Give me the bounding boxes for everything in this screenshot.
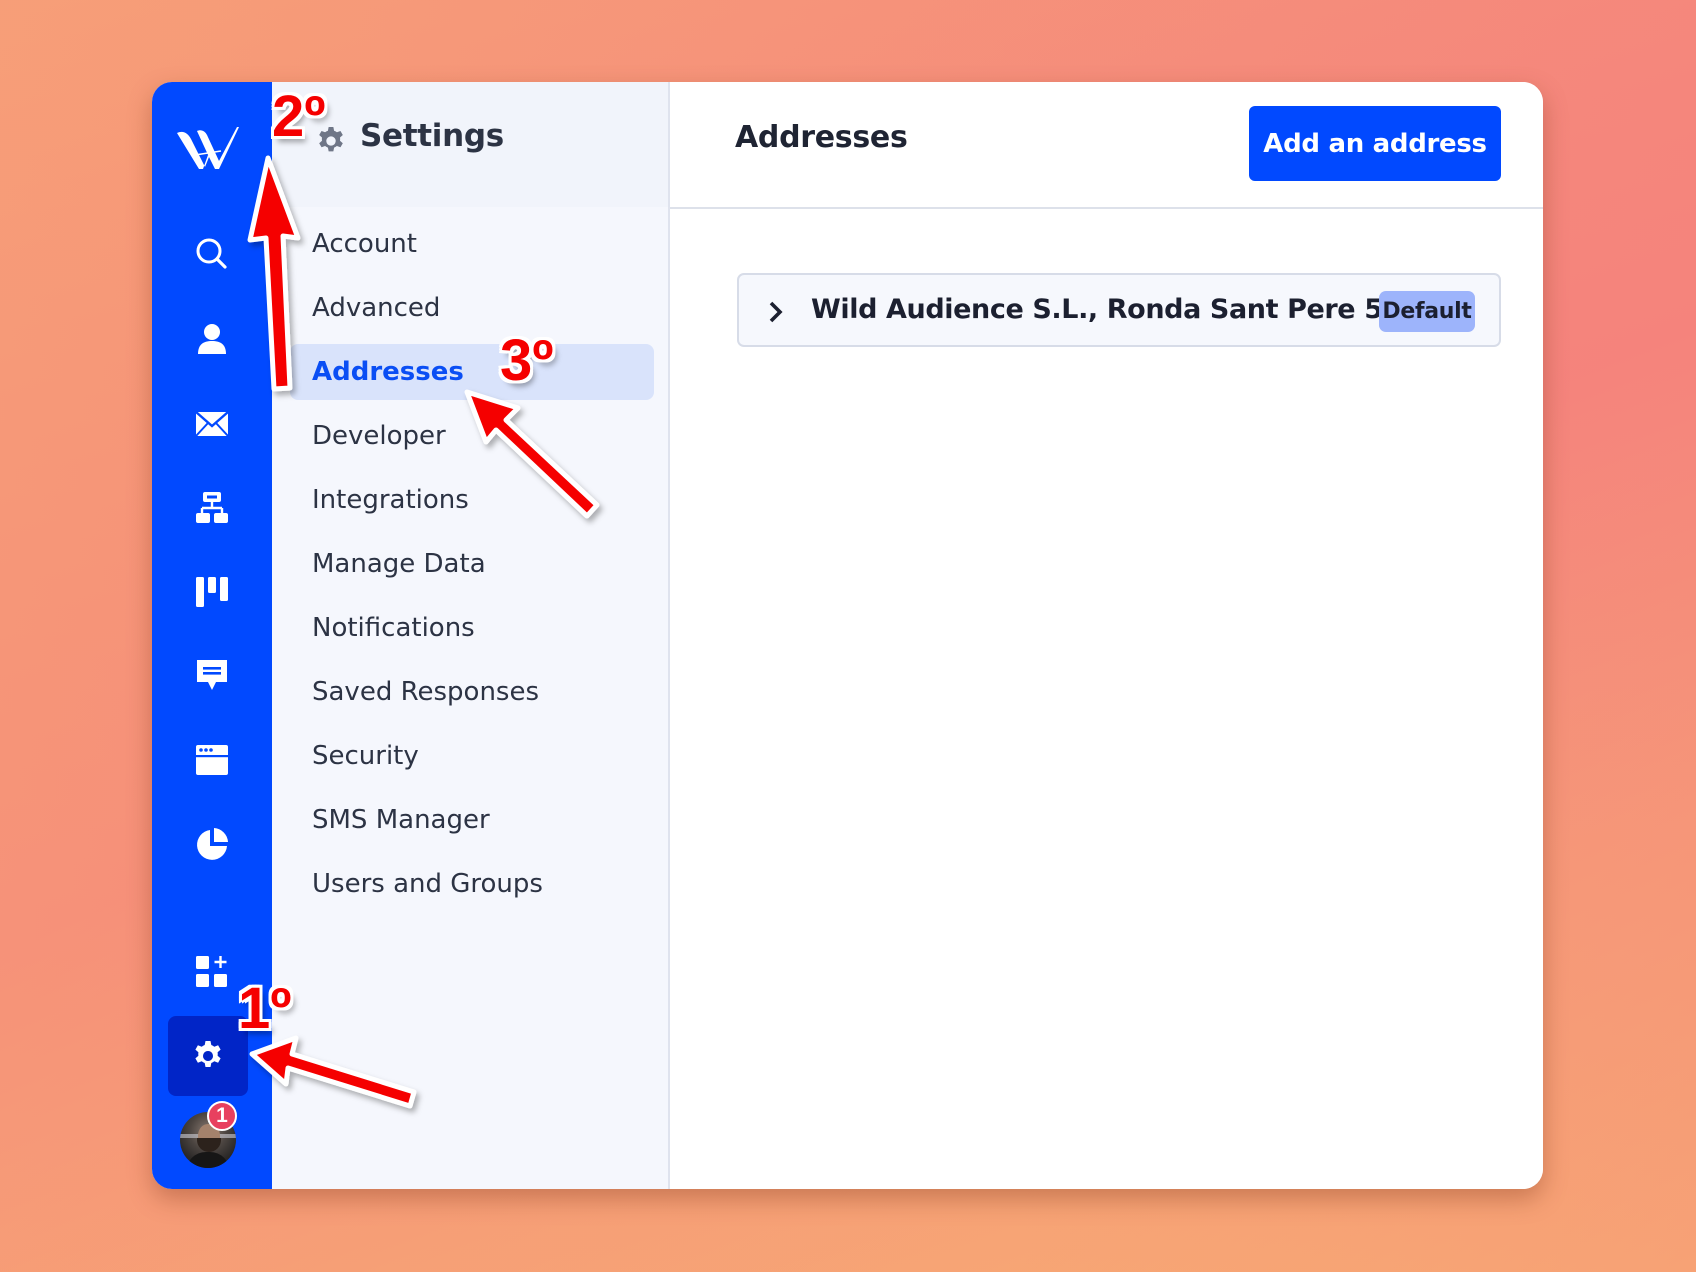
address-row[interactable]: Wild Audience S.L., Ronda Sant Pere 52 D… xyxy=(737,273,1501,347)
step-1-label: 1º xyxy=(238,976,292,1041)
nav-item-account[interactable]: Account xyxy=(290,216,654,272)
search-icon xyxy=(196,238,227,269)
settings-title: Settings xyxy=(360,118,504,154)
address-text: Wild Audience S.L., Ronda Sant Pere 52 xyxy=(811,294,1401,325)
rail-email[interactable] xyxy=(152,394,272,454)
nav-item-integrations[interactable]: Integrations xyxy=(290,472,654,528)
nav-item-security[interactable]: Security xyxy=(290,728,654,784)
settings-sidebar: Settings Account Advanced Addresses Deve… xyxy=(272,82,670,1189)
browser-window-icon xyxy=(196,745,228,775)
sitemap-icon xyxy=(196,492,228,523)
chevron-right-icon[interactable] xyxy=(767,300,785,324)
kanban-icon xyxy=(196,577,228,607)
rail-contacts[interactable] xyxy=(152,309,272,369)
step-3-label: 3º xyxy=(500,328,554,393)
nav-item-developer[interactable]: Developer xyxy=(290,408,654,464)
nav-item-saved-responses[interactable]: Saved Responses xyxy=(290,664,654,720)
nav-item-users-and-groups[interactable]: Users and Groups xyxy=(290,856,654,912)
rail-site[interactable] xyxy=(152,730,272,790)
app-window: 1 Settings Account Advanced Addresses De… xyxy=(152,82,1543,1189)
nav-item-advanced[interactable]: Advanced xyxy=(290,280,654,336)
notification-badge: 1 xyxy=(207,1101,237,1131)
rail-pipelines[interactable] xyxy=(152,562,272,622)
rail-conversations[interactable] xyxy=(152,646,272,706)
page-title: Addresses xyxy=(735,120,908,155)
settings-header: Settings xyxy=(272,82,668,207)
rail-reports[interactable] xyxy=(152,814,272,874)
avatar-body xyxy=(186,1152,230,1168)
step-2-label: 2º xyxy=(272,84,326,149)
nav-item-addresses[interactable]: Addresses xyxy=(290,344,654,400)
pie-chart-icon xyxy=(197,828,228,860)
nav-item-sms-manager[interactable]: SMS Manager xyxy=(290,792,654,848)
main-panel: Addresses Add an address Wild Audience S… xyxy=(670,82,1543,1189)
avatar-beard xyxy=(197,1138,221,1152)
rail-search[interactable] xyxy=(152,224,272,284)
nav-item-notifications[interactable]: Notifications xyxy=(290,600,654,656)
rail-settings[interactable] xyxy=(168,1016,248,1096)
nav-item-manage-data[interactable]: Manage Data xyxy=(290,536,654,592)
wa-logo-icon xyxy=(177,127,239,169)
default-badge: Default xyxy=(1379,291,1475,332)
add-apps-icon xyxy=(196,956,227,987)
logo[interactable] xyxy=(152,115,272,177)
add-address-button[interactable]: Add an address xyxy=(1249,106,1501,181)
main-header: Addresses Add an address xyxy=(670,82,1543,209)
rail-automations[interactable] xyxy=(152,478,272,538)
gear-icon xyxy=(195,1041,221,1067)
chat-bubble-icon xyxy=(197,660,227,690)
envelope-icon xyxy=(195,411,229,437)
user-icon xyxy=(198,324,226,354)
